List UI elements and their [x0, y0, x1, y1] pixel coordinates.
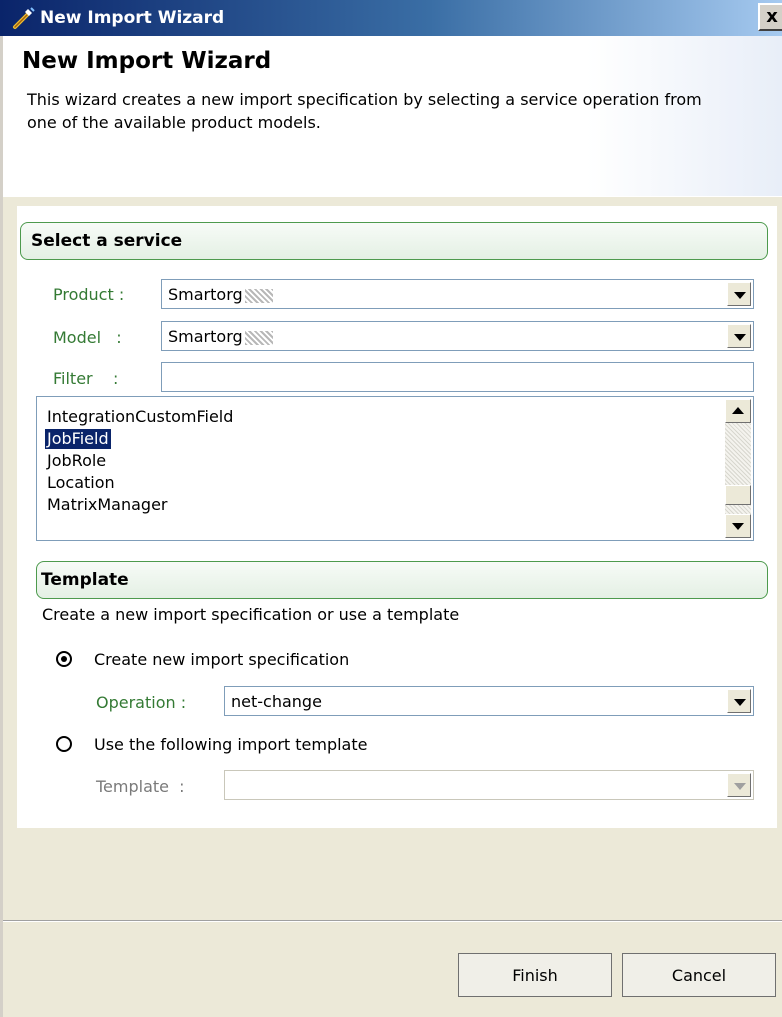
operation-label: Operation :	[96, 693, 187, 712]
product-value: Smartorg	[168, 285, 243, 304]
title-bar[interactable]: New Import Wizard x	[0, 0, 782, 36]
redacted-text	[244, 288, 273, 303]
chevron-down-icon[interactable]	[727, 689, 751, 713]
close-button[interactable]: x	[758, 3, 782, 31]
chevron-down-icon	[727, 773, 751, 797]
template-section-header: Template	[36, 561, 768, 599]
service-list[interactable]: IntegrationCustomField JobField JobRole …	[36, 396, 754, 541]
scroll-track[interactable]	[725, 423, 751, 514]
scroll-up-icon[interactable]	[725, 399, 751, 423]
window-title: New Import Wizard	[40, 8, 225, 28]
list-item[interactable]: MatrixManager	[45, 495, 170, 515]
wizard-window: New Import Wizard x New Import Wizard Th…	[0, 0, 782, 1017]
wizard-wand-icon	[13, 7, 35, 29]
product-dropdown[interactable]: Smartorg	[161, 279, 754, 309]
list-item[interactable]: IntegrationCustomField	[45, 407, 235, 427]
model-dropdown[interactable]: Smartorg	[161, 321, 754, 351]
template-description: Create a new import specification or use…	[42, 605, 460, 624]
chevron-down-icon[interactable]	[727, 282, 751, 306]
radio-use-template[interactable]	[56, 736, 72, 752]
scroll-thumb[interactable]	[725, 485, 751, 505]
wizard-header: New Import Wizard This wizard creates a …	[0, 36, 782, 197]
template-dropdown	[224, 770, 754, 800]
chevron-down-icon[interactable]	[727, 324, 751, 348]
product-label: Product :	[53, 285, 125, 304]
operation-dropdown[interactable]: net-change	[224, 686, 754, 716]
window-border	[0, 36, 3, 1017]
finish-button[interactable]: Finish	[458, 953, 612, 997]
template-title: Template	[41, 570, 129, 590]
use-template-label[interactable]: Use the following import template	[94, 735, 367, 754]
operation-value: net-change	[231, 692, 322, 711]
scroll-down-icon[interactable]	[725, 514, 751, 538]
model-value: Smartorg	[168, 327, 243, 346]
create-new-label[interactable]: Create new import specification	[94, 650, 349, 669]
filter-label: Filter :	[53, 369, 119, 388]
list-item-selected[interactable]: JobField	[45, 429, 111, 449]
vertical-scrollbar[interactable]	[725, 399, 751, 538]
filter-input[interactable]	[161, 362, 754, 392]
template-label: Template :	[96, 777, 185, 796]
model-label: Model :	[53, 328, 122, 347]
list-item[interactable]: Location	[45, 473, 117, 493]
product-value-wrap: Smartorg	[168, 285, 273, 304]
button-separator	[0, 920, 782, 922]
select-service-title: Select a service	[31, 231, 183, 251]
model-value-wrap: Smartorg	[168, 327, 273, 346]
list-item[interactable]: JobRole	[45, 451, 108, 471]
select-service-section-header: Select a service	[20, 222, 768, 260]
page-title: New Import Wizard	[22, 48, 272, 74]
redacted-text	[244, 330, 273, 345]
cancel-button[interactable]: Cancel	[622, 953, 776, 997]
radio-create-new[interactable]	[56, 651, 72, 667]
page-description: This wizard creates a new import specifi…	[27, 90, 702, 132]
